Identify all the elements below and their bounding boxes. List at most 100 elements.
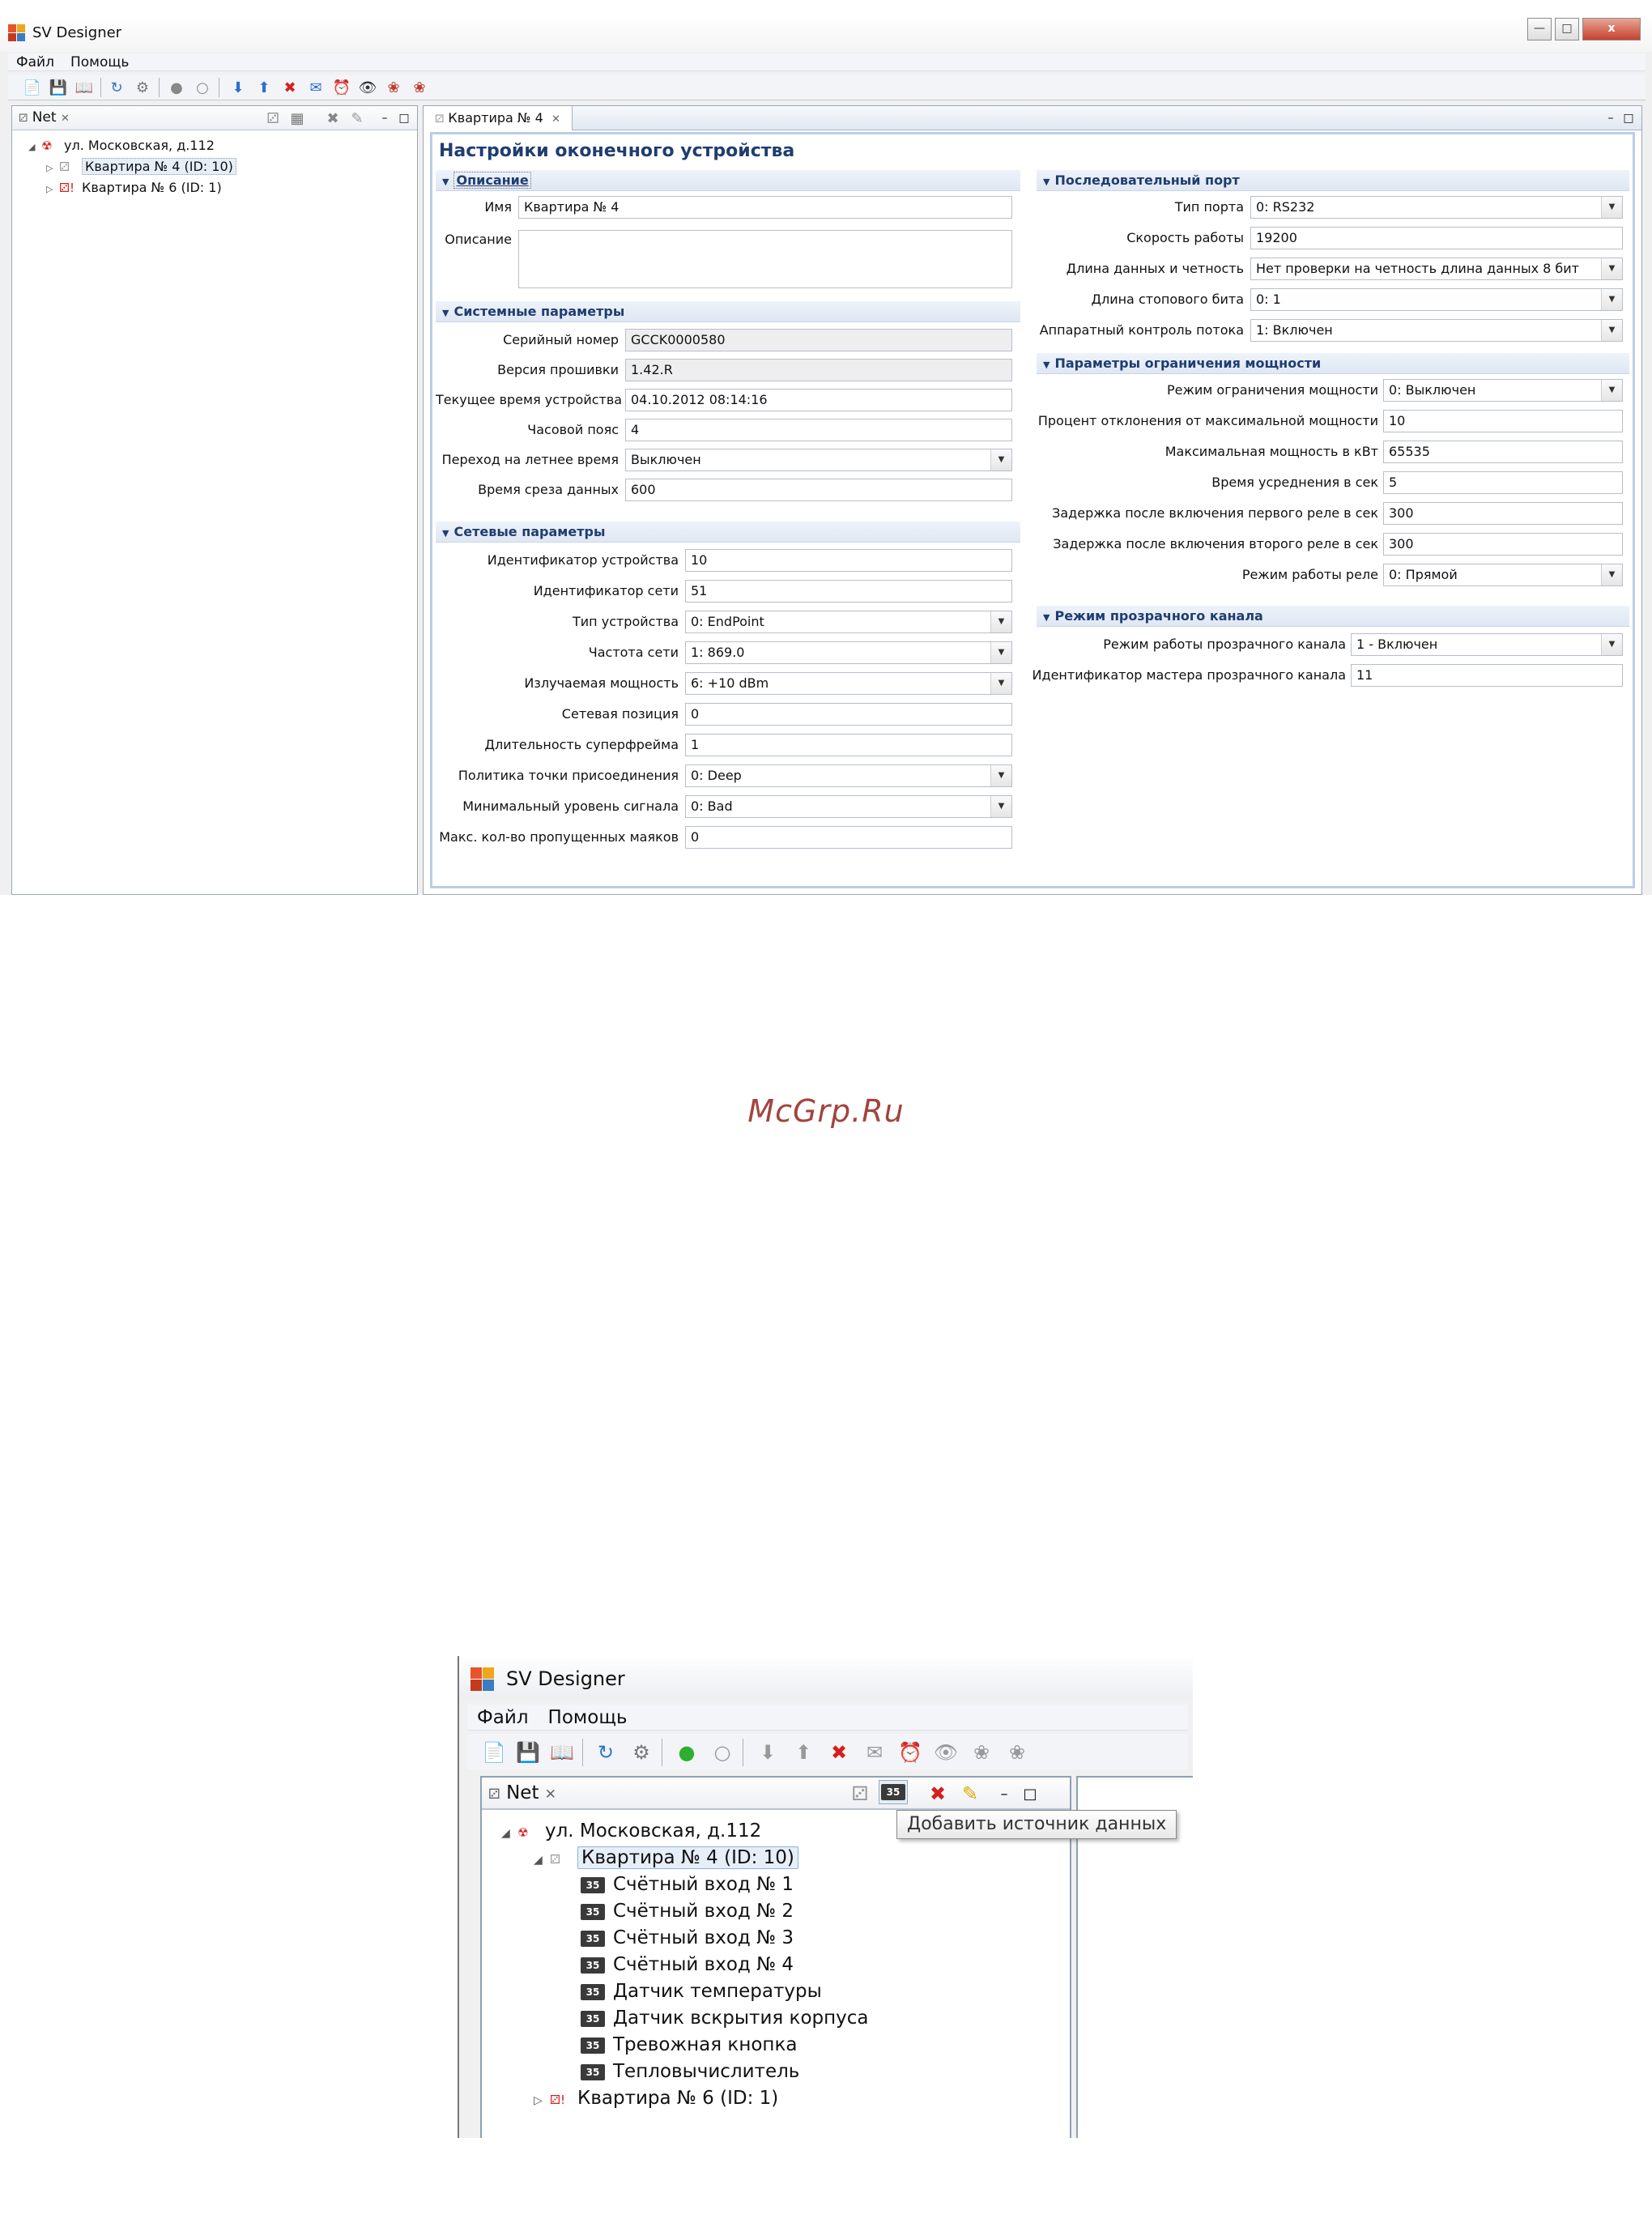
data-cut-field[interactable]: 600 [625,479,1012,501]
chevron-down-icon[interactable]: ▼ [1601,258,1622,279]
list-item[interactable]: 35 Счётный вход № 3 [501,1925,869,1952]
section-network[interactable]: ▼ Сетевые параметры [436,522,1020,543]
baud-field[interactable]: 19200 [1250,227,1623,249]
chevron-down-icon[interactable]: ▼ [1601,634,1622,655]
stop-icon[interactable]: ✖ [825,1739,853,1766]
eye-icon[interactable]: 👁 [358,78,377,97]
connect-icon[interactable]: ● [673,1739,700,1766]
clock-icon[interactable]: ⏰ [332,78,351,97]
delete-icon[interactable]: ✖ [323,109,343,128]
save-icon[interactable]: 💾 [514,1739,542,1766]
data-parity-select[interactable]: Нет проверки на четность длина данных 8 … [1250,258,1623,280]
open-book-icon[interactable]: 📖 [548,1739,576,1766]
flow-control-select[interactable]: 1: Включен ▼ [1250,319,1623,342]
tree-node-apartment-4[interactable]: ◢ ⚂ Квартира № 4 (ID: 10) [501,1845,869,1871]
new-file-icon[interactable]: 📄 [23,78,42,97]
list-item[interactable]: 35 Датчик температуры [501,1978,869,2005]
chevron-down-icon[interactable]: ▼ [990,642,1011,663]
tab-net[interactable]: ⚂ Net ✕ [488,1782,556,1803]
chevron-down-icon[interactable]: ▼ [990,765,1011,786]
clock-icon[interactable]: ⏰ [896,1739,924,1766]
disconnect-icon[interactable]: ○ [193,78,212,97]
stop-bits-select[interactable]: 0: 1 ▼ [1250,288,1623,311]
chevron-down-icon[interactable]: ▼ [1601,197,1622,218]
expand-arrow-icon[interactable]: ▷ [534,2088,550,2114]
close-tab-icon[interactable]: ✕ [551,113,560,126]
chevron-down-icon[interactable]: ▼ [1601,320,1622,341]
tree-node-apartment-6[interactable]: ▷ ⚂! Квартира № 6 (ID: 1) [28,177,236,198]
maximize-view-icon[interactable]: □ [394,109,414,128]
upload-icon[interactable]: ⬆ [254,78,274,97]
minimize-button[interactable]: — [1527,18,1552,40]
menu-file[interactable]: Файл [467,1705,539,1731]
frequency-select[interactable]: 1: 869.0 ▼ [685,641,1012,664]
menu-help[interactable]: Помощь [539,1705,637,1731]
list-item[interactable]: 35 Тревожная кнопка [501,2032,869,2059]
deviation-field[interactable]: 10 [1383,410,1623,432]
tree-node-apartment-4[interactable]: ▷ ⚂ Квартира № 4 (ID: 10) [28,156,236,177]
chevron-down-icon[interactable]: ▼ [1601,564,1622,585]
eye-icon[interactable]: 👁 [932,1739,960,1766]
relay-mode-select[interactable]: 0: Прямой ▼ [1383,564,1623,586]
device-id-field[interactable]: 10 [685,549,1012,572]
relay2-delay-field[interactable]: 300 [1383,533,1623,556]
add-data-source-icon[interactable]: ▦ [287,109,307,128]
edit-icon[interactable]: ✎ [956,1780,984,1808]
collapse-arrow-icon[interactable]: ◢ [534,1847,550,1874]
chat-icon[interactable]: ✉ [306,78,326,97]
minimize-view-icon[interactable]: – [990,1780,1018,1808]
join-policy-select[interactable]: 0: Deep ▼ [685,764,1012,787]
menu-file[interactable]: Файл [8,53,62,71]
section-description[interactable]: ▼ Описание [436,170,1020,191]
tx-power-select[interactable]: 6: +10 dBm ▼ [685,672,1012,695]
download-icon[interactable]: ⬇ [228,78,248,97]
chevron-down-icon[interactable]: ▼ [1601,380,1622,401]
avg-time-field[interactable]: 5 [1383,471,1623,494]
collapse-arrow-icon[interactable]: ◢ [28,137,41,158]
gear-icon[interactable]: ⚙ [133,78,152,97]
menu-help[interactable]: Помощь [62,53,137,71]
delete-icon[interactable]: ✖ [924,1780,952,1808]
port-type-select[interactable]: 0: RS232 ▼ [1250,196,1623,219]
list-item[interactable]: 35 Датчик вскрытия корпуса [501,2005,869,2032]
collapse-arrow-icon[interactable]: ◢ [501,1820,517,1847]
close-tab-icon[interactable]: ✕ [545,1786,556,1803]
maximize-view-icon[interactable]: □ [1016,1780,1044,1808]
add-data-source-button[interactable]: 35 [879,1780,908,1804]
gear-icon[interactable]: ⚙ [628,1739,655,1766]
section-serial-port[interactable]: ▼ Последовательный порт [1037,170,1629,191]
connect-icon[interactable]: ● [167,78,186,97]
chevron-down-icon[interactable]: ▼ [990,796,1011,817]
maximize-button[interactable]: □ [1555,18,1579,40]
map-alt-icon[interactable]: ❀ [410,78,429,97]
list-item[interactable]: 35 Счётный вход № 1 [501,1871,869,1898]
save-icon[interactable]: 💾 [49,78,68,97]
name-field[interactable]: Квартира № 4 [518,196,1012,219]
chevron-down-icon[interactable]: ▼ [990,611,1011,632]
tree-root[interactable]: ◢ ☢ ул. Московская, д.112 [501,1818,869,1845]
min-signal-select[interactable]: 0: Bad ▼ [685,795,1012,818]
missed-beacons-field[interactable]: 0 [685,826,1012,849]
channel-master-field[interactable]: 11 [1351,664,1623,687]
channel-mode-select[interactable]: 1 - Включен ▼ [1351,633,1623,656]
expand-arrow-icon[interactable]: ▷ [46,158,59,179]
minimize-view-icon[interactable]: – [375,109,394,128]
download-icon[interactable]: ⬇ [754,1739,781,1766]
network-id-field[interactable]: 51 [685,580,1012,603]
stop-icon[interactable]: ✖ [280,78,300,97]
maximize-view-icon[interactable]: □ [1619,109,1638,128]
chat-icon[interactable]: ✉ [861,1739,888,1766]
list-item[interactable]: 35 Счётный вход № 4 [501,1952,869,1978]
new-file-icon[interactable]: 📄 [480,1739,508,1766]
refresh-icon[interactable]: ↻ [107,78,126,97]
net-position-field[interactable]: 0 [685,703,1012,726]
edit-icon[interactable]: ✎ [347,109,367,128]
device-time-field[interactable]: 04.10.2012 08:14:16 [625,389,1012,411]
limit-mode-select[interactable]: 0: Выключен ▼ [1383,379,1623,402]
description-field[interactable] [518,230,1012,288]
device-type-select[interactable]: 0: EndPoint ▼ [685,611,1012,633]
list-item[interactable]: 35 Счётный вход № 2 [501,1898,869,1925]
section-power-limit[interactable]: ▼ Параметры ограничения мощности [1037,353,1629,374]
relay1-delay-field[interactable]: 300 [1383,502,1623,525]
close-button[interactable]: x [1582,18,1641,40]
